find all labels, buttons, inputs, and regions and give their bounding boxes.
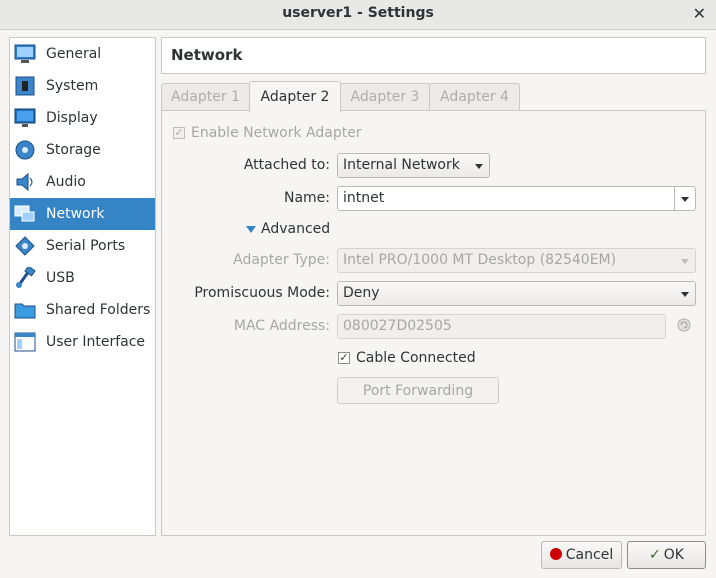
- user-interface-icon: [14, 331, 36, 353]
- ok-label: OK: [663, 547, 684, 563]
- network-icon: [14, 203, 36, 225]
- promiscuous-mode-value: Deny: [343, 285, 380, 301]
- attached-to-value: Internal Network: [343, 157, 460, 173]
- window-title: userver1 - Settings: [282, 5, 434, 21]
- general-icon: [14, 43, 36, 65]
- sidebar-item-label: Serial Ports: [46, 238, 126, 254]
- mac-address-input[interactable]: 080027D02505: [337, 314, 666, 339]
- name-label: Name:: [283, 190, 330, 206]
- chevron-down-icon: [681, 197, 689, 202]
- tab-adapter-2[interactable]: Adapter 2: [249, 81, 341, 112]
- ok-button[interactable]: ✓ OK: [627, 541, 706, 569]
- display-icon: [14, 107, 36, 129]
- mac-address-label: MAC Address:: [233, 318, 330, 334]
- adapter-type-select[interactable]: Intel PRO/1000 MT Desktop (82540EM): [337, 248, 696, 273]
- sidebar-item-label: Shared Folders: [46, 302, 151, 318]
- sidebar-item-system[interactable]: System: [10, 70, 155, 102]
- sidebar-item-usb[interactable]: USB: [10, 262, 155, 294]
- attached-to-select[interactable]: Internal Network: [337, 153, 490, 178]
- sidebar-item-label: USB: [46, 270, 75, 286]
- enable-adapter-label: Enable Network Adapter: [191, 125, 362, 141]
- ok-check-icon: ✓: [649, 547, 661, 563]
- promiscuous-mode-select[interactable]: Deny: [337, 281, 696, 306]
- adapter-type-label: Adapter Type:: [233, 252, 330, 268]
- sidebar-item-label: Display: [46, 110, 98, 126]
- port-forwarding-button[interactable]: Port Forwarding: [337, 377, 499, 404]
- sidebar-item-network[interactable]: Network: [10, 198, 155, 230]
- tab-adapter-3[interactable]: Adapter 3: [340, 83, 430, 111]
- name-dropdown-button[interactable]: [674, 187, 695, 210]
- mac-address-value: 080027D02505: [343, 318, 452, 334]
- audio-icon: [14, 171, 36, 193]
- page-header: Network: [161, 37, 706, 74]
- chevron-down-icon: [681, 259, 689, 264]
- sidebar-item-label: General: [46, 46, 102, 62]
- enable-adapter-checkbox[interactable]: ✓: [173, 127, 185, 139]
- tab-adapter-4[interactable]: Adapter 4: [429, 83, 520, 111]
- settings-sidebar: General System Display Storage Audio Net…: [9, 37, 156, 536]
- advanced-expander-icon[interactable]: [246, 226, 256, 233]
- cable-connected-checkbox[interactable]: ✓: [338, 352, 350, 364]
- sidebar-item-user-interface[interactable]: User Interface: [10, 326, 155, 358]
- sidebar-item-serial-ports[interactable]: Serial Ports: [10, 230, 155, 262]
- tab-adapter-1[interactable]: Adapter 1: [161, 83, 250, 111]
- chevron-down-icon: [475, 164, 483, 169]
- page-title: Network: [171, 46, 243, 64]
- adapter-type-value: Intel PRO/1000 MT Desktop (82540EM): [343, 252, 617, 268]
- cancel-button[interactable]: Cancel: [541, 541, 622, 569]
- chevron-down-icon: [681, 292, 689, 297]
- sidebar-item-label: Storage: [46, 142, 101, 158]
- sidebar-item-shared-folders[interactable]: Shared Folders: [10, 294, 155, 326]
- system-icon: [14, 75, 36, 97]
- cable-connected-label: Cable Connected: [356, 350, 476, 366]
- sidebar-item-audio[interactable]: Audio: [10, 166, 155, 198]
- refresh-mac-icon[interactable]: [677, 318, 691, 336]
- storage-icon: [14, 139, 36, 161]
- sidebar-item-storage[interactable]: Storage: [10, 134, 155, 166]
- sidebar-item-display[interactable]: Display: [10, 102, 155, 134]
- name-combo-input[interactable]: intnet: [337, 186, 696, 211]
- sidebar-item-label: Audio: [46, 174, 86, 190]
- sidebar-item-general[interactable]: General: [10, 38, 155, 70]
- sidebar-item-label: User Interface: [46, 334, 146, 350]
- close-icon[interactable]: ✕: [693, 4, 706, 23]
- attached-to-label: Attached to:: [243, 157, 330, 173]
- shared-folders-icon: [14, 299, 36, 321]
- promiscuous-mode-label: Promiscuous Mode:: [194, 285, 330, 301]
- usb-icon: [14, 265, 36, 289]
- sidebar-item-label: Network: [46, 206, 105, 222]
- name-value: intnet: [343, 190, 385, 206]
- cancel-icon: [549, 548, 562, 560]
- sidebar-item-label: System: [46, 78, 99, 94]
- cancel-label: Cancel: [565, 547, 614, 563]
- serial-ports-icon: [14, 235, 36, 257]
- title-bar: userver1 - Settings ✕: [0, 0, 716, 30]
- advanced-label[interactable]: Advanced: [261, 221, 330, 237]
